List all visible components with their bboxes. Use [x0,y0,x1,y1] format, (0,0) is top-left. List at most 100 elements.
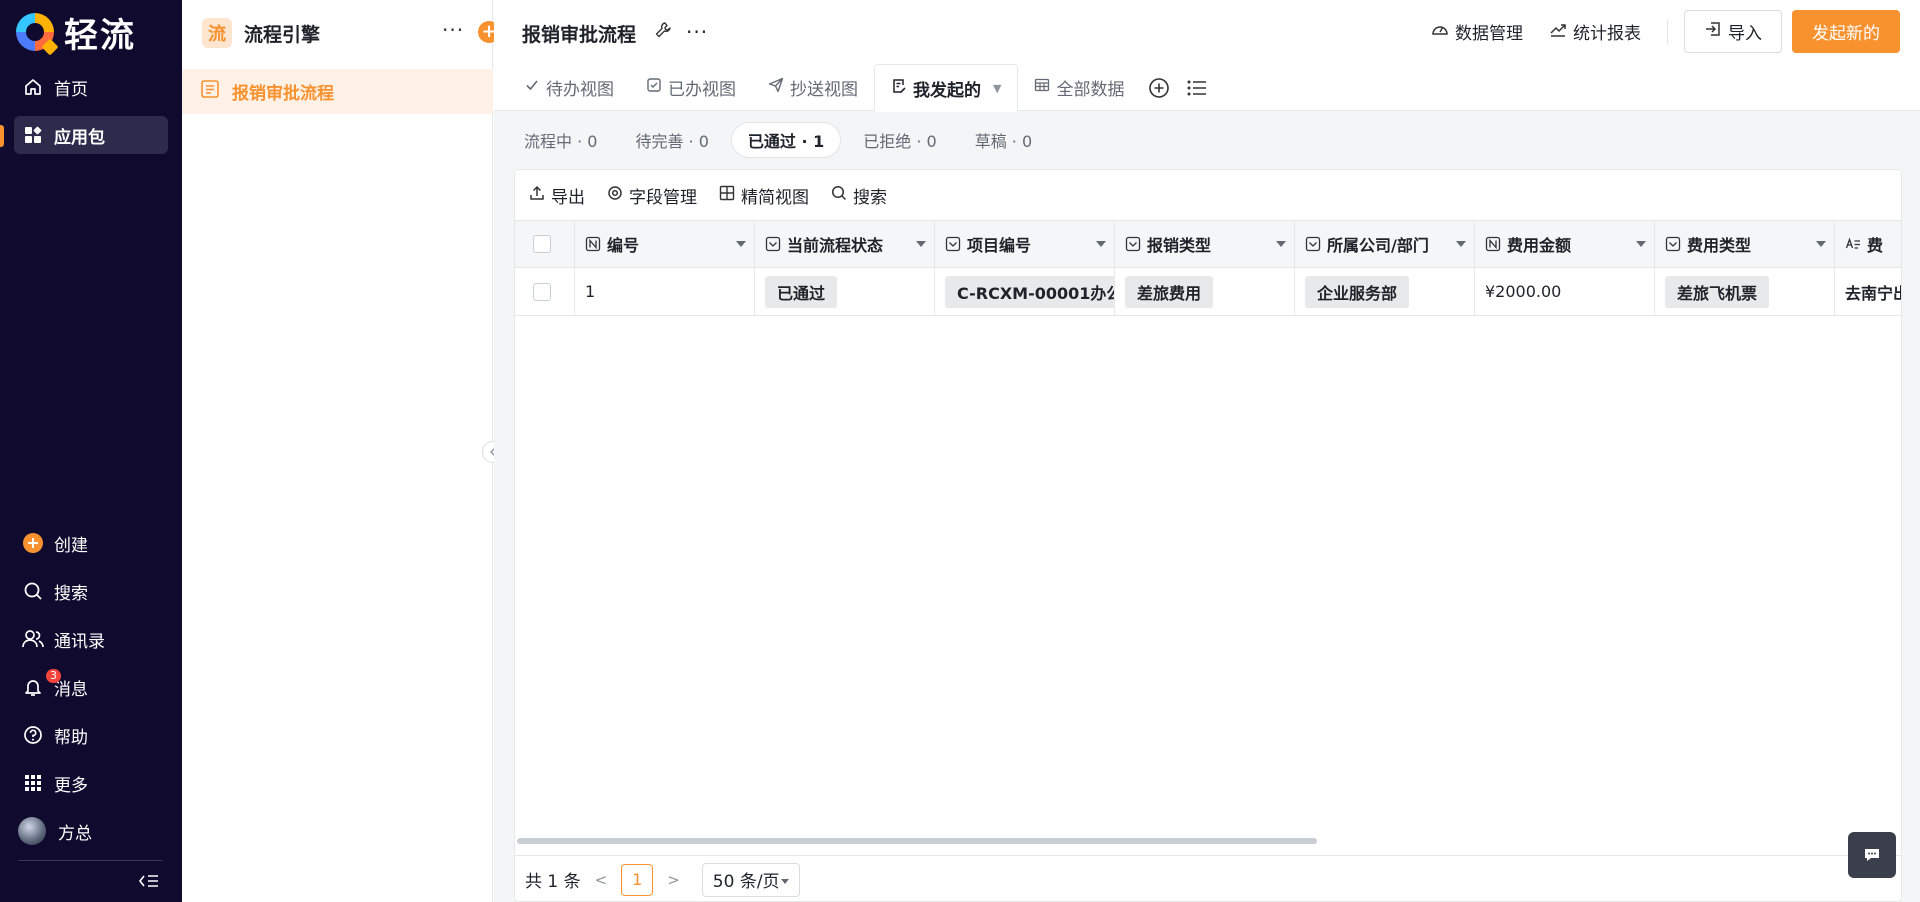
cell-dept: 企业服务部 [1295,268,1475,315]
caret-down-icon[interactable] [736,241,746,247]
column-header[interactable]: 编号 [575,221,755,267]
nav-item-help[interactable]: 帮助 [14,716,168,754]
app-icon: 流 [202,18,232,48]
header-actions: 数据管理 统计报表 导入 发起新的 [1431,10,1900,53]
horizontal-scrollbar[interactable] [517,838,1317,844]
pagination: 共 1 条 < 1 > 50 条/页 [515,855,1901,901]
nav-item-search[interactable]: 搜索 [14,572,168,610]
column-header[interactable]: 费用类型 [1655,221,1835,267]
tab-cc-view[interactable]: 抄送视图 [752,64,874,111]
collapse-nav-icon[interactable] [138,872,160,895]
caret-down-icon[interactable] [1636,241,1646,247]
tab-label: 已办视图 [668,80,736,100]
tool-label: 精简视图 [741,187,809,208]
app-title: 流程引擎 [244,23,321,46]
check-square-icon [646,77,662,98]
cell-desc: 去南宁出 [1835,268,1901,315]
status-tab-to-complete[interactable]: 待完善 · 0 [619,122,724,158]
column-label: 所属公司/部门 [1327,236,1429,255]
nav-item-label: 更多 [54,775,88,796]
status-tab-draft[interactable]: 草稿 · 0 [959,122,1048,158]
trend-icon [1549,20,1567,43]
caret-down-icon[interactable] [1456,241,1466,247]
panel-item-form[interactable]: 报销审批流程 [182,69,493,114]
nav-item-label: 通讯录 [54,631,105,652]
status-filter-tabs: 流程中 · 0 待完善 · 0 已通过 · 1 已拒绝 · 0 草稿 · 0 [508,122,1054,158]
grid-icon [22,772,44,794]
caret-down-icon[interactable] [1816,241,1826,247]
unread-badge: 3 [46,669,61,683]
column-header[interactable]: 项目编号 [935,221,1115,267]
page-size-select[interactable]: 50 条/页 [701,862,800,897]
caret-down-icon[interactable] [1276,241,1286,247]
add-view-icon[interactable] [1140,64,1178,111]
checkbox[interactable] [533,235,551,253]
import-button[interactable]: 导入 [1684,10,1782,53]
nav-item-apps[interactable]: 应用包 [14,116,168,154]
column-header[interactable]: 报销类型 [1115,221,1295,267]
stats-report-link[interactable]: 统计报表 [1549,19,1641,44]
cell-fee-type: 差旅飞机票 [1655,268,1835,315]
chat-button[interactable] [1848,832,1896,878]
nav-item-more[interactable]: 更多 [14,764,168,802]
tab-todo-view[interactable]: 待办视图 [508,64,630,111]
import-icon [1704,20,1722,43]
nav-item-create[interactable]: 创建 [14,524,168,562]
table-toolbar: 导出 字段管理 精简视图 搜索 [515,170,1901,220]
caret-down-icon[interactable] [1096,241,1106,247]
tab-all-data[interactable]: 全部数据 [1018,64,1140,111]
cell-amount: ¥2000.00 [1475,268,1655,315]
user-name: 方总 [58,823,92,844]
chevron-down-icon[interactable]: ▼ [993,82,1001,95]
column-label: 当前流程状态 [787,236,884,255]
table-row[interactable]: 1 已通过 C-RCXM-00001办公日 差旅费用 企业服务部 ¥2000.0… [515,268,1901,316]
status-tab-rejected[interactable]: 已拒绝 · 0 [847,122,952,158]
wrench-icon[interactable] [654,21,672,44]
row-select[interactable] [515,268,575,315]
column-header[interactable]: 当前流程状态 [755,221,935,267]
select-field-icon [1305,236,1321,252]
field-manage-button[interactable]: 字段管理 [607,183,697,208]
tab-label: 全部数据 [1056,80,1125,100]
list-icon[interactable] [1178,64,1216,111]
total-count: 共 1 条 [525,872,581,892]
send-icon [768,77,784,98]
column-label: 费用类型 [1687,236,1752,255]
column-header[interactable]: 费 [1835,221,1901,267]
more-icon[interactable]: ··· [686,20,708,44]
main-nav: 轻流 首页 应用包 创建 搜索 通讯录 3 消息 帮助 更多 方总 [0,0,182,902]
fee-type-tag: 差旅飞机票 [1665,275,1770,308]
more-icon[interactable]: ··· [442,18,464,42]
doc-edit-icon [891,78,907,99]
nav-item-contacts[interactable]: 通讯录 [14,620,168,658]
link-label: 数据管理 [1455,24,1523,44]
brand-logo[interactable]: 轻流 [16,10,136,56]
table-header: 编号 当前流程状态 项目编号 报销类型 所属公司/部门 费用金额 费用类型 费 [515,220,1901,268]
select-field-icon [1125,236,1141,252]
next-page-icon[interactable]: > [667,871,680,889]
prev-page-icon[interactable]: < [595,871,608,889]
number-field-icon [1485,236,1501,252]
status-tab-approved[interactable]: 已通过 · 1 [730,122,842,158]
nav-item-home[interactable]: 首页 [14,68,168,106]
nav-item-profile[interactable]: 方总 [14,812,168,850]
page-number[interactable]: 1 [621,863,654,896]
view-tabs: 待办视图 已办视图 抄送视图 我发起的 ▼ 全部数据 [508,64,1216,112]
header-select-all[interactable] [515,221,575,267]
compact-view-button[interactable]: 精简视图 [719,183,809,208]
number-field-icon [585,236,601,252]
tab-my-initiated[interactable]: 我发起的 ▼ [874,64,1019,112]
tab-done-view[interactable]: 已办视图 [630,64,752,111]
column-header[interactable]: 所属公司/部门 [1295,221,1475,267]
column-header[interactable]: 费用金额 [1475,221,1655,267]
page-title: 报销审批流程 [522,24,637,46]
checkbox[interactable] [533,282,551,301]
table-search-button[interactable]: 搜索 [831,183,887,208]
logo-icon [16,13,54,51]
export-button[interactable]: 导出 [529,183,585,208]
start-new-button[interactable]: 发起新的 [1792,10,1900,53]
caret-down-icon[interactable] [916,241,926,247]
data-management-link[interactable]: 数据管理 [1431,19,1523,44]
status-tab-in-progress[interactable]: 流程中 · 0 [508,122,613,158]
nav-item-messages[interactable]: 3 消息 [14,668,168,706]
